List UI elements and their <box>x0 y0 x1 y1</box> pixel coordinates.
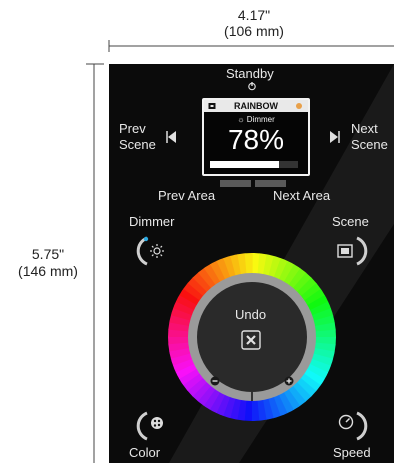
level-bar <box>210 161 298 168</box>
palette-icon <box>151 417 163 429</box>
power-icon[interactable] <box>247 81 257 91</box>
x-icon <box>246 335 256 345</box>
controller-panel: Standby Prev Scene Next Scene RAINBOW ☼ … <box>109 64 394 463</box>
dimmer-label: Dimmer <box>129 214 175 229</box>
screen-sun-icon: ☼ <box>237 115 247 124</box>
undo-button[interactable] <box>241 330 261 350</box>
next-area-tab[interactable] <box>255 180 286 187</box>
triangle-left-icon[interactable] <box>165 129 179 145</box>
triangle-right-icon[interactable] <box>327 129 341 145</box>
screen-mode-label: Dimmer <box>246 115 275 124</box>
prev-area-label[interactable]: Prev Area <box>158 188 215 203</box>
speed-button[interactable] <box>331 409 371 443</box>
sun-icon <box>150 244 164 258</box>
dimmer-indicator-dot <box>143 236 149 242</box>
speed-label: Speed <box>333 445 371 460</box>
prev-scene-label-2: Scene <box>119 137 156 152</box>
film-icon <box>337 244 353 258</box>
lcd-screen: RAINBOW ☼ Dimmer 78% <box>202 98 310 176</box>
standby-label: Standby <box>226 66 274 81</box>
next-scene-label-1: Next <box>351 121 378 136</box>
scene-label: Scene <box>332 214 369 229</box>
color-button[interactable] <box>133 409 173 443</box>
color-label: Color <box>129 445 161 460</box>
next-scene-label-2: Scene <box>351 137 388 152</box>
screen-scene-name: RAINBOW <box>234 101 278 111</box>
prev-area-tab[interactable] <box>220 180 251 187</box>
scene-button[interactable] <box>331 234 371 268</box>
level-bar-fill <box>210 161 279 168</box>
height-dimension-line <box>86 63 104 463</box>
undo-label: Undo <box>235 307 267 322</box>
screen-value: 78% <box>227 124 285 155</box>
prev-scene-label-1: Prev <box>119 121 146 136</box>
speedometer-icon <box>338 414 354 430</box>
next-area-label[interactable]: Next Area <box>273 188 330 203</box>
color-dot-icon <box>296 103 302 109</box>
